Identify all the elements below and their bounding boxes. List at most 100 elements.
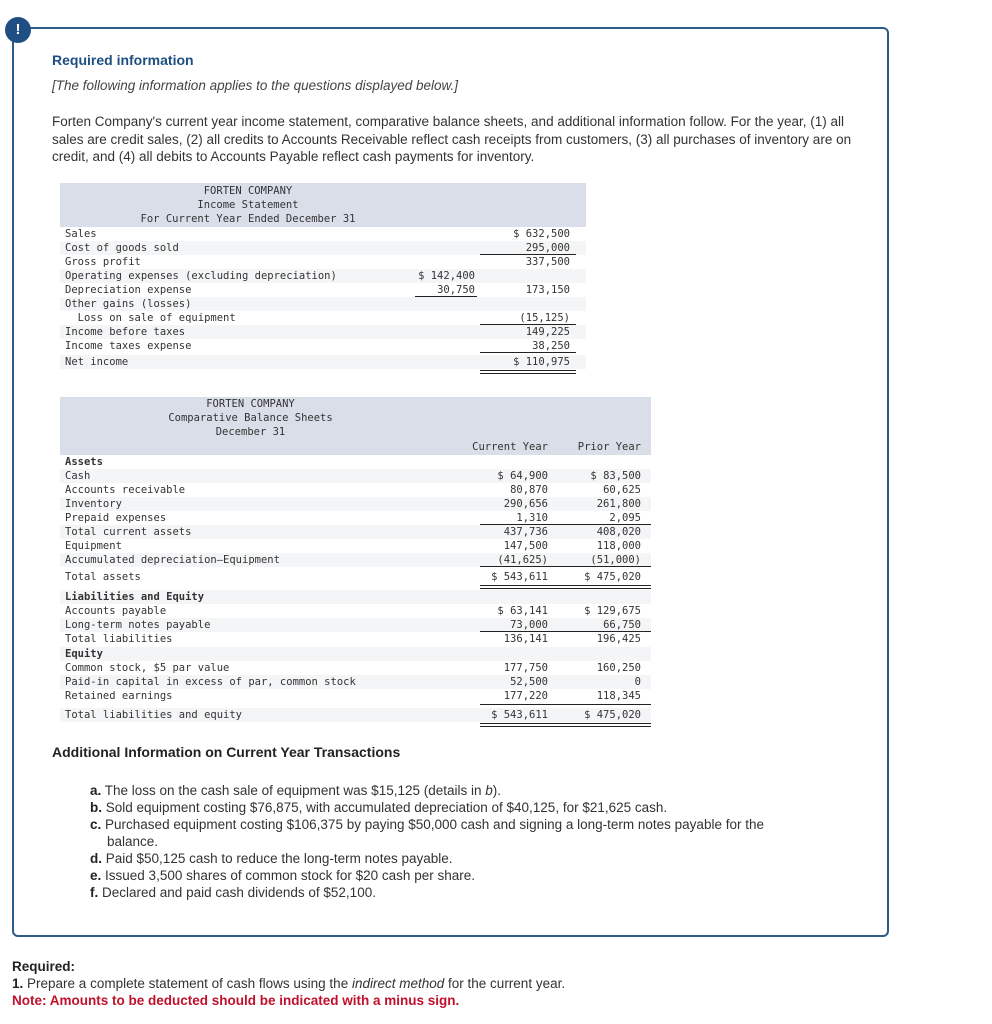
- item-key: f.: [90, 885, 99, 900]
- required-section: Required: 1. Prepare a complete statemen…: [12, 958, 912, 1009]
- required-information-title: Required information: [52, 52, 194, 68]
- underline: [480, 324, 576, 325]
- row-amount-current: 437,736: [503, 526, 548, 538]
- item-text: Declared and paid cash dividends of $52,…: [102, 885, 376, 900]
- item-key: d.: [90, 851, 102, 866]
- row-amount-current: 136,141: [503, 633, 548, 645]
- row-amount-prior: 2,095: [609, 512, 641, 524]
- column-header-prior-year: Prior Year: [577, 441, 641, 453]
- row-amount-prior: 118,345: [596, 690, 641, 702]
- row-label: Total current assets: [65, 526, 192, 538]
- exclamation-icon: !: [5, 17, 31, 43]
- balance-sheet-row: Prepaid expenses 1,310 2,095: [60, 511, 651, 525]
- required-title: Required:: [12, 959, 76, 974]
- income-statement-title: Income Statement: [197, 199, 299, 211]
- income-statement-row: Other gains (losses): [60, 297, 586, 311]
- row-amount-prior: 261,800: [596, 498, 641, 510]
- column-header-current-year: Current Year: [472, 441, 548, 453]
- income-statement-row: Loss on sale of equipment (15,125): [60, 311, 586, 325]
- income-statement-company: FORTEN COMPANY: [203, 185, 293, 197]
- row-amount-prior: $ 475,020: [584, 571, 641, 583]
- balance-sheet-row: Equity: [60, 647, 651, 661]
- row-label: Prepaid expenses: [65, 512, 167, 524]
- item-continuation: balance.: [107, 834, 159, 849]
- row-label: Sales: [65, 228, 97, 240]
- item-text: Issued 3,500 shares of common stock for …: [105, 868, 475, 883]
- row-label: Equity: [65, 648, 103, 660]
- balance-sheet-row: Equipment 147,500 118,000: [60, 539, 651, 553]
- row-label: Retained earnings: [65, 690, 173, 702]
- row-amount-current: $ 543,611: [491, 709, 548, 721]
- income-statement-row: Income before taxes 149,225: [60, 325, 586, 339]
- row-amount-outer: 149,225: [525, 326, 570, 338]
- balance-sheet-row: Liabilities and Equity: [60, 590, 651, 604]
- income-statement-row: Gross profit 337,500: [60, 255, 586, 269]
- item-text: Purchased equipment costing $106,375 by …: [105, 817, 764, 832]
- income-statement-row: Depreciation expense 30,750 173,150: [60, 283, 586, 297]
- row-label: Accounts payable: [65, 605, 167, 617]
- row-label: Loss on sale of equipment: [65, 312, 236, 324]
- item-key: c.: [90, 817, 102, 832]
- row-amount-outer: (15,125): [519, 312, 570, 324]
- row-amount-inner: $ 142,400: [418, 270, 475, 282]
- row-amount-prior: 118,000: [596, 540, 641, 552]
- row-label: Equipment: [65, 540, 122, 552]
- balance-sheet-row: Total assets $ 543,611 $ 475,020: [60, 570, 651, 584]
- income-statement-row: Sales $ 632,500: [60, 227, 586, 241]
- income-statement-row: Net income $ 110,975: [60, 355, 586, 369]
- row-label: Assets: [65, 456, 103, 468]
- underline: [480, 254, 576, 255]
- balance-sheet-row: Inventory 290,656 261,800: [60, 497, 651, 511]
- item-text: Paid $50,125 cash to reduce the long-ter…: [105, 851, 453, 866]
- item-key: a.: [90, 783, 102, 798]
- row-label: Inventory: [65, 498, 122, 510]
- required-information-subtitle: [The following information applies to th…: [52, 78, 458, 93]
- additional-info-title: Additional Information on Current Year T…: [52, 744, 401, 760]
- additional-info-item: d. Paid $50,125 cash to reduce the long-…: [90, 850, 830, 867]
- row-label: Common stock, $5 par value: [65, 662, 230, 674]
- row-label: Liabilities and Equity: [65, 591, 205, 603]
- item-tail: ).: [492, 783, 502, 798]
- row-amount-prior: (51,000): [590, 554, 641, 566]
- balance-sheet-company: FORTEN COMPANY: [206, 398, 295, 410]
- row-label: Total liabilities: [65, 633, 173, 645]
- row-label: Income before taxes: [65, 326, 186, 338]
- row-label: Total assets: [65, 571, 141, 583]
- row-amount-current: $ 64,900: [497, 470, 548, 482]
- additional-info-item: a. The loss on the cash sale of equipmen…: [90, 782, 830, 799]
- balance-sheet-header: FORTEN COMPANY Comparative Balance Sheet…: [60, 397, 651, 455]
- balance-sheet-row: Total liabilities 136,141 196,425: [60, 632, 651, 646]
- row-amount-prior: 66,750: [603, 619, 641, 631]
- row-amount-prior: 408,020: [596, 526, 641, 538]
- row-amount-current: (41,625): [497, 554, 548, 566]
- income-statement-header: FORTEN COMPANY Income Statement For Curr…: [60, 183, 586, 227]
- item-emphasis: b: [485, 783, 493, 798]
- balance-sheet-row: Total current assets 437,736 408,020: [60, 525, 651, 539]
- row-amount-outer: 173,150: [525, 284, 570, 296]
- underline: [480, 704, 651, 705]
- underline: [480, 631, 651, 632]
- balance-sheet-row: Accounts receivable 80,870 60,625: [60, 483, 651, 497]
- balance-sheet-row: Total liabilities and equity $ 543,611 $ 4…: [60, 708, 651, 722]
- additional-info-item: e. Issued 3,500 shares of common stock f…: [90, 867, 830, 884]
- required-item-1: 1. Prepare a complete statement of cash …: [12, 976, 566, 991]
- additional-info-list: a. The loss on the cash sale of equipmen…: [90, 782, 830, 901]
- balance-sheet-row: Paid-in capital in excess of par, common…: [60, 675, 651, 689]
- row-amount-outer: $ 110,975: [513, 356, 570, 368]
- row-amount-prior: $ 83,500: [590, 470, 641, 482]
- row-amount-current: 177,220: [503, 690, 548, 702]
- row-amount-outer: 38,250: [532, 340, 570, 352]
- row-label: Accounts receivable: [65, 484, 186, 496]
- row-amount-current: 52,500: [510, 676, 548, 688]
- balance-sheet-row: Long-term notes payable 73,000 66,750: [60, 618, 651, 632]
- underline: [480, 524, 651, 525]
- row-amount-prior: 160,250: [596, 662, 641, 674]
- balance-sheet-date: December 31: [215, 426, 286, 438]
- balance-sheet: FORTEN COMPANY Comparative Balance Sheet…: [60, 397, 651, 727]
- balance-sheet-row: Assets: [60, 455, 651, 469]
- underline: [480, 352, 576, 353]
- row-amount-current: 73,000: [510, 619, 548, 631]
- row-label: Depreciation expense: [65, 284, 192, 296]
- row-label: Accumulated depreciation—Equipment: [65, 554, 280, 566]
- row-label: Operating expenses (excluding depreciati…: [65, 270, 337, 282]
